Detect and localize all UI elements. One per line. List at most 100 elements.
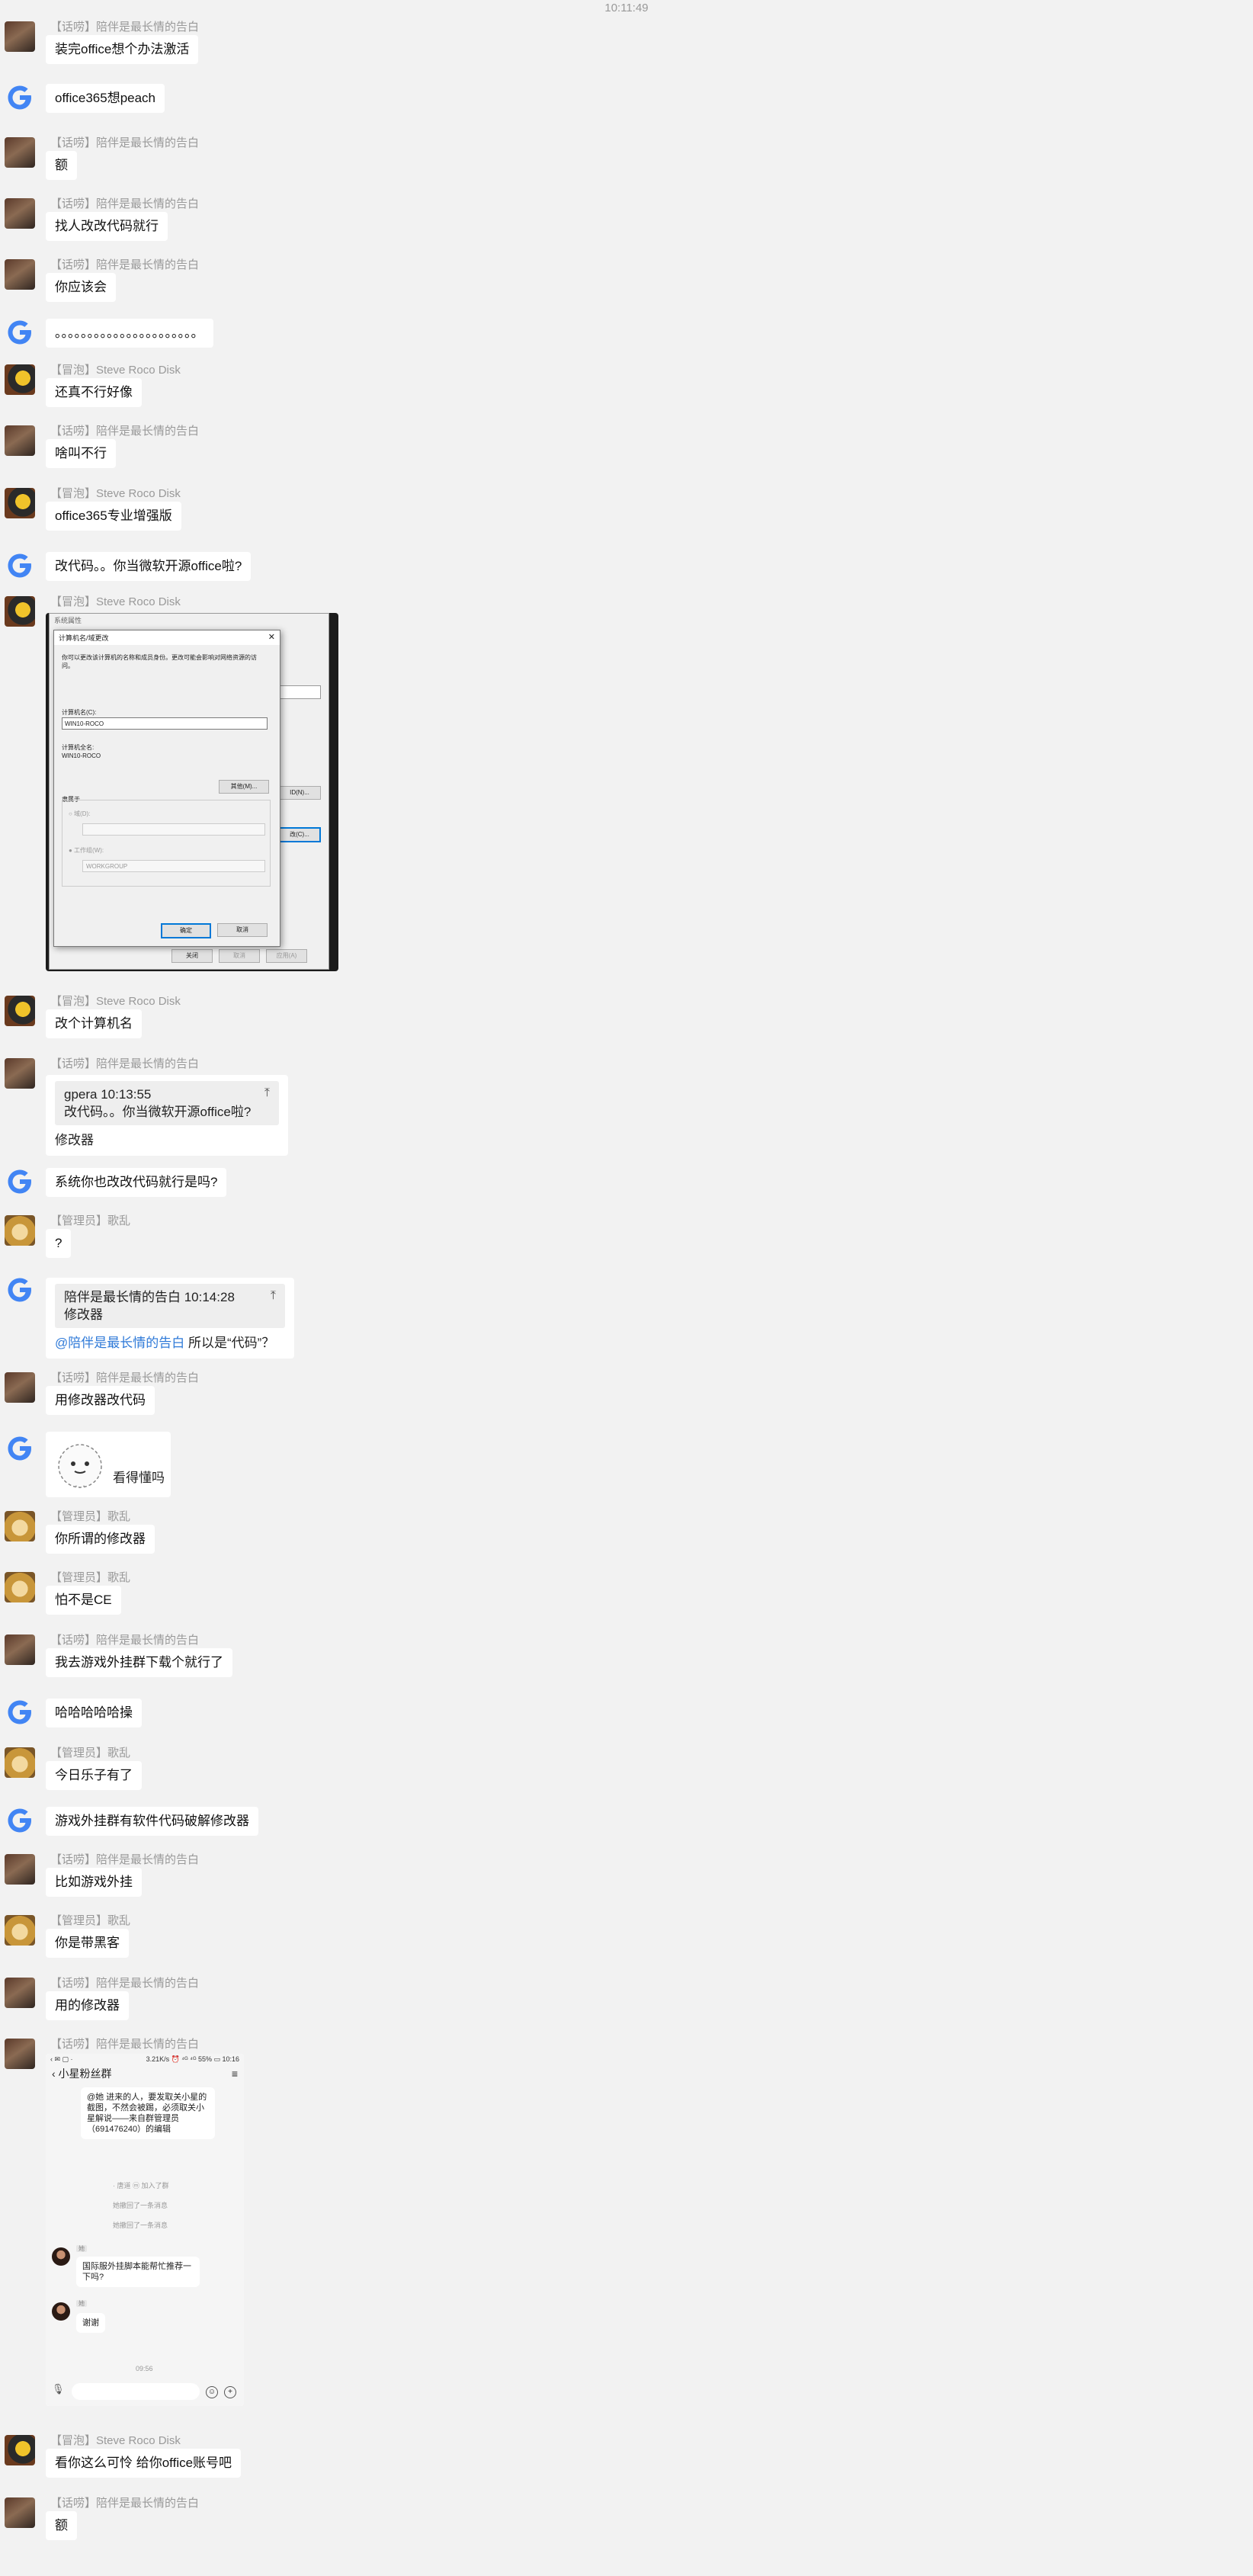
sender-name: 【管理员】歌乱 bbox=[50, 1510, 131, 1523]
reply-text: 修改器 bbox=[55, 1133, 94, 1147]
sticker-message[interactable]: • ᴗ • 看得懂吗 bbox=[46, 1432, 171, 1497]
quoted-message[interactable]: gpera 10:13:55 改代码。。你当微软开源office啦? ⤒ bbox=[55, 1081, 279, 1125]
user-avatar[interactable] bbox=[5, 259, 35, 290]
message-bubble[interactable]: 装完office想个办法激活 bbox=[46, 35, 199, 64]
google-avatar-icon[interactable] bbox=[5, 317, 35, 348]
quote-text: 改代码。。你当微软开源office啦? bbox=[64, 1105, 252, 1119]
user-avatar[interactable] bbox=[5, 1634, 35, 1665]
user-avatar[interactable] bbox=[5, 1978, 35, 2008]
sender-name: 【话唠】陪伴是最长情的告白 bbox=[50, 197, 200, 210]
google-avatar-icon[interactable] bbox=[5, 1275, 35, 1305]
quoted-message[interactable]: 陪伴是最长情的告白 10:14:28 修改器 ⤒ bbox=[55, 1284, 285, 1328]
quoted-reply-message[interactable]: gpera 10:13:55 改代码。。你当微软开源office啦? ⤒ 修改器 bbox=[46, 1075, 288, 1156]
user-avatar[interactable] bbox=[5, 21, 35, 52]
sender-name: 【话唠】陪伴是最长情的告白 bbox=[50, 1634, 200, 1647]
sender-name: 【话唠】陪伴是最长情的告白 bbox=[50, 1057, 200, 1070]
sender-name: 【冒泡】Steve Roco Disk bbox=[50, 2434, 181, 2447]
user-avatar[interactable] bbox=[5, 1215, 35, 1246]
message-bubble[interactable]: 。。。。。。。。。。。。。。。。。。。。。。 bbox=[46, 319, 213, 348]
phone-screen: ‹ ✉ ▢ · 3.21K/s ⏰ ⁴ᴳ ⁴ᴳ 55% ▭ 10:16 ‹ 小星… bbox=[46, 2054, 244, 2406]
user-avatar[interactable] bbox=[5, 1511, 35, 1541]
apply-button: 应用(A) bbox=[266, 949, 307, 963]
window-title: 系统属性 bbox=[54, 617, 82, 624]
message-bubble[interactable]: 我去游戏外挂群下载个就行了 bbox=[46, 1648, 232, 1677]
sender-name: 【管理员】歌乱 bbox=[50, 1571, 131, 1584]
user-avatar[interactable] bbox=[5, 2435, 35, 2465]
change-button: 改(C)... bbox=[278, 827, 321, 842]
message-bubble[interactable]: 怕不是CE bbox=[46, 1586, 121, 1615]
cancel-button: 取消 bbox=[217, 923, 268, 937]
user-avatar[interactable] bbox=[5, 2497, 35, 2528]
svg-text:• ᴗ •: • ᴗ • bbox=[75, 1484, 85, 1490]
user-avatar[interactable] bbox=[5, 1747, 35, 1778]
sender-name: 【冒泡】Steve Roco Disk bbox=[50, 487, 181, 500]
sender-name: 【话唠】陪伴是最长情的告白 bbox=[50, 2038, 200, 2051]
phone-screenshot-image[interactable]: ‹ ✉ ▢ · 3.21K/s ⏰ ⁴ᴳ ⁴ᴳ 55% ▭ 10:16 ‹ 小星… bbox=[46, 2054, 244, 2406]
message-bubble[interactable]: 哈哈哈哈哈操 bbox=[46, 1699, 142, 1727]
phone-status-bar: ‹ ✉ ▢ · 3.21K/s ⏰ ⁴ᴳ ⁴ᴳ 55% ▭ 10:16 bbox=[46, 2054, 244, 2064]
sticker-face-icon: • ᴗ • bbox=[58, 1444, 102, 1490]
user-avatar[interactable] bbox=[5, 596, 35, 627]
message-bubble[interactable]: 改个计算机名 bbox=[46, 1009, 142, 1038]
member-of-group: ○ 域(D): ● 工作组(W): WORKGROUP bbox=[62, 800, 271, 887]
message-bubble[interactable]: 还真不行好像 bbox=[46, 378, 142, 407]
jump-to-icon[interactable]: ⤒ bbox=[264, 1084, 270, 1102]
sender-name: 【冒泡】Steve Roco Disk bbox=[50, 364, 181, 377]
message-bubble[interactable]: 改代码。。你当微软开源office啦? bbox=[46, 552, 252, 581]
message-bubble[interactable]: 找人改改代码就行 bbox=[46, 212, 168, 241]
message-bubble[interactable]: office365想peach bbox=[46, 84, 165, 113]
user-avatar[interactable] bbox=[5, 364, 35, 395]
message-bubble[interactable]: office365专业增强版 bbox=[46, 502, 181, 531]
user-avatar[interactable] bbox=[5, 1854, 35, 1885]
description-field bbox=[278, 685, 321, 699]
message-bubble[interactable]: 系统你也改改代码就行是吗? bbox=[46, 1168, 227, 1197]
google-avatar-icon[interactable] bbox=[5, 1433, 35, 1464]
full-name-value: WIN10-ROCO bbox=[62, 752, 101, 759]
message-bubble[interactable]: 看你这么可怜 给你office账号吧 bbox=[46, 2449, 242, 2478]
computer-name-dialog: 计算机名/域更改 ✕ 你可以更改该计算机的名称和成员身份。更改可能会影响对网络资… bbox=[53, 630, 280, 947]
message-time: 09:56 bbox=[136, 2365, 153, 2372]
user-avatar[interactable] bbox=[5, 2039, 35, 2069]
screenshot-image[interactable]: 系统属性 ID(N)... 改(C)... 关闭 取消 应用(A) 计算机名/域… bbox=[46, 613, 338, 971]
message-bubble[interactable]: 用修改器改代码 bbox=[46, 1386, 155, 1415]
message-bubble[interactable]: ? bbox=[46, 1229, 72, 1258]
message-bubble[interactable]: 今日乐子有了 bbox=[46, 1761, 142, 1790]
google-avatar-icon[interactable] bbox=[5, 1697, 35, 1727]
mention-link[interactable]: @陪伴是最长情的告白 bbox=[55, 1336, 184, 1350]
reply-text: @陪伴是最长情的告白 所以是“代码”？ bbox=[55, 1334, 285, 1352]
quoted-reply-message[interactable]: 陪伴是最长情的告白 10:14:28 修改器 ⤒ @陪伴是最长情的告白 所以是“… bbox=[46, 1278, 294, 1359]
user-avatar[interactable] bbox=[5, 137, 35, 168]
google-avatar-icon[interactable] bbox=[5, 550, 35, 581]
computer-name-input: WIN10-ROCO bbox=[62, 717, 268, 730]
domain-radio: ○ 域(D): bbox=[69, 810, 91, 817]
message-bubble[interactable]: 你所谓的修改器 bbox=[46, 1525, 155, 1554]
user-avatar[interactable] bbox=[5, 488, 35, 518]
message-bubble[interactable]: 你是带黑客 bbox=[46, 1929, 129, 1958]
message-bubble[interactable]: 额 bbox=[46, 151, 77, 180]
member-message: 国际服外挂脚本能帮忙推荐一下吗? bbox=[76, 2257, 200, 2287]
sender-name: 【话唠】陪伴是最长情的告白 bbox=[50, 258, 200, 271]
user-avatar[interactable] bbox=[5, 198, 35, 229]
quote-header: 陪伴是最长情的告白 10:14:28 bbox=[64, 1290, 235, 1304]
message-bubble[interactable]: 用的修改器 bbox=[46, 1991, 129, 2020]
status-icons-left: ‹ ✉ ▢ · bbox=[50, 2055, 73, 2063]
message-bubble[interactable]: 啥叫不行 bbox=[46, 439, 116, 468]
user-avatar[interactable] bbox=[5, 425, 35, 456]
computer-name-label: 计算机名(C): bbox=[62, 709, 97, 716]
message-bubble[interactable]: 你应该会 bbox=[46, 273, 116, 302]
jump-to-icon[interactable]: ⤒ bbox=[271, 1287, 276, 1304]
google-avatar-icon[interactable] bbox=[5, 1166, 35, 1197]
google-avatar-icon[interactable] bbox=[5, 82, 35, 113]
google-avatar-icon[interactable] bbox=[5, 1805, 35, 1836]
cancel-window-button: 取消 bbox=[219, 949, 260, 963]
message-bubble[interactable]: 比如游戏外挂 bbox=[46, 1868, 142, 1897]
chat-timestamp: 10:11:49 bbox=[604, 2, 649, 14]
user-avatar[interactable] bbox=[5, 1915, 35, 1946]
user-avatar[interactable] bbox=[5, 1572, 35, 1602]
user-avatar[interactable] bbox=[5, 996, 35, 1026]
user-avatar[interactable] bbox=[5, 1372, 35, 1403]
user-avatar[interactable] bbox=[5, 1058, 35, 1089]
message-bubble[interactable]: 额 bbox=[46, 2511, 77, 2540]
message-bubble[interactable]: 游戏外挂群有软件代码破解修改器 bbox=[46, 1807, 258, 1836]
sender-name: 【话唠】陪伴是最长情的告白 bbox=[50, 21, 200, 34]
